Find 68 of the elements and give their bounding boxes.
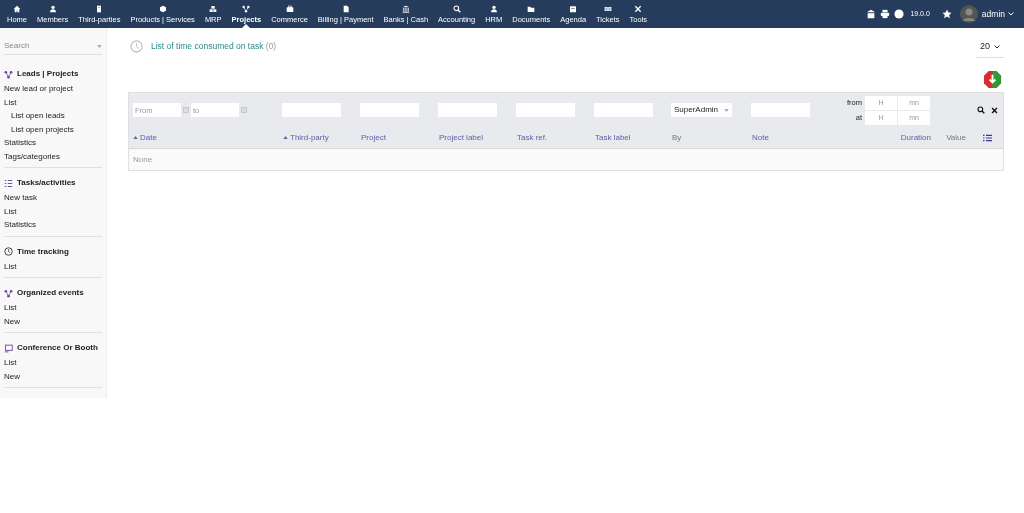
network-icon bbox=[4, 288, 13, 298]
sidebar-link[interactable]: New bbox=[4, 369, 102, 383]
sidebar-link[interactable]: New task bbox=[4, 191, 102, 205]
cube-icon bbox=[158, 4, 167, 13]
column-header[interactable]: Third-party bbox=[290, 131, 329, 144]
section-title[interactable]: Leads | Projects bbox=[17, 68, 79, 80]
column-header[interactable]: By bbox=[672, 131, 682, 144]
sidebar-link[interactable]: List open projects bbox=[4, 122, 102, 136]
clock-icon bbox=[4, 247, 13, 256]
list-icon bbox=[4, 178, 13, 188]
house-icon bbox=[13, 4, 21, 13]
caret-icon bbox=[97, 44, 102, 48]
user-menu[interactable]: admin bbox=[981, 7, 1014, 21]
caret-icon bbox=[724, 108, 729, 112]
sidebar-link[interactable]: Statistics bbox=[4, 218, 102, 232]
column-header[interactable]: Task label bbox=[595, 131, 631, 144]
list-icon[interactable] bbox=[982, 133, 992, 142]
sidebar-link[interactable]: New lead or project bbox=[4, 82, 102, 96]
clock-icon bbox=[130, 40, 143, 53]
sidebar-link[interactable]: List open leads bbox=[4, 109, 102, 123]
column-header[interactable]: Project bbox=[361, 131, 386, 144]
page-title: List of time consumed on task (0) bbox=[151, 40, 277, 53]
column-header[interactable]: Task ref. bbox=[517, 131, 548, 144]
sidebar-link[interactable]: List bbox=[4, 95, 102, 109]
person-icon bbox=[48, 4, 57, 13]
empty-message: None bbox=[133, 153, 153, 166]
caret-icon bbox=[994, 44, 1000, 49]
user-select[interactable]: SuperAdmin bbox=[671, 103, 732, 117]
section-title[interactable]: Time tracking bbox=[17, 245, 69, 258]
person-icon bbox=[489, 4, 498, 13]
sort-arrow-icon[interactable] bbox=[283, 136, 288, 139]
page-size-select[interactable]: 20 bbox=[976, 40, 1004, 58]
calendar-icon bbox=[569, 4, 578, 13]
printer-icon[interactable] bbox=[880, 9, 891, 19]
magnifier-icon bbox=[452, 4, 461, 13]
section-title[interactable]: Conference Or Booth bbox=[17, 342, 98, 354]
search-field[interactable]: Search bbox=[4, 40, 98, 52]
bank-icon bbox=[401, 4, 410, 13]
avatar-icon[interactable] bbox=[959, 5, 978, 23]
section-title[interactable]: Tasks/activities bbox=[17, 177, 76, 189]
column-header[interactable]: Value bbox=[946, 131, 966, 144]
caret-icon bbox=[1008, 12, 1014, 16]
network-icon bbox=[4, 69, 13, 79]
sidebar-link[interactable]: List bbox=[4, 301, 102, 315]
search-icon[interactable] bbox=[976, 106, 985, 114]
suitcase-icon bbox=[285, 4, 294, 13]
sidebar-link[interactable]: List bbox=[4, 356, 102, 370]
column-header[interactable]: Duration bbox=[900, 131, 931, 144]
sort-arrow-icon[interactable] bbox=[133, 136, 138, 139]
section-title[interactable]: Organized events bbox=[17, 287, 84, 299]
sidebar-link[interactable]: List bbox=[4, 259, 102, 273]
ticket-icon bbox=[603, 4, 612, 13]
close-icon[interactable] bbox=[990, 106, 998, 114]
column-header[interactable]: Project label bbox=[439, 131, 484, 144]
column-header[interactable]: Date bbox=[140, 131, 157, 144]
sidebar-link[interactable]: New bbox=[4, 314, 102, 328]
folder-icon bbox=[527, 4, 536, 13]
sidebar-link[interactable]: Tags/categories bbox=[4, 149, 102, 163]
cubes-icon bbox=[209, 4, 218, 13]
sidebar-link[interactable]: List bbox=[4, 204, 102, 218]
export-icon[interactable] bbox=[983, 70, 1002, 89]
star-icon[interactable] bbox=[941, 9, 952, 19]
document-icon bbox=[341, 4, 350, 13]
network-icon bbox=[242, 4, 251, 13]
sidebar-link[interactable]: Statistics bbox=[4, 136, 102, 150]
screen-icon bbox=[4, 343, 13, 353]
result-count: (0) bbox=[265, 41, 277, 52]
column-header[interactable]: Note bbox=[752, 131, 769, 144]
